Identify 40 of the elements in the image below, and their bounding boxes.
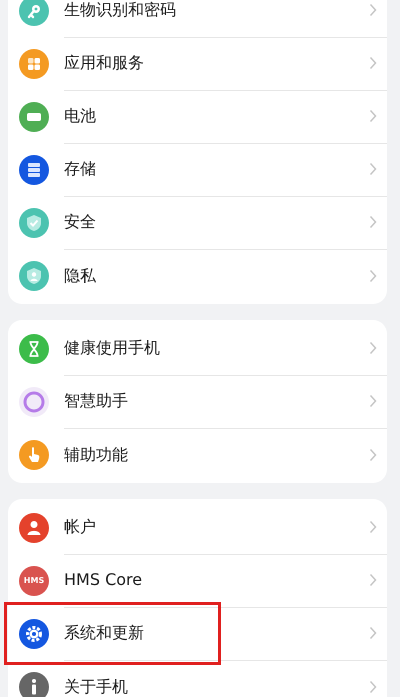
chevron-icon: [369, 626, 377, 640]
item-label: 帐户: [64, 518, 96, 536]
settings-item[interactable]: 智慧助手: [8, 375, 387, 428]
item-label: 安全: [64, 213, 96, 231]
item-label: 辅助功能: [64, 446, 128, 464]
chevron-icon: [369, 573, 377, 587]
item-label: 智慧助手: [64, 392, 128, 410]
settings-item[interactable]: 应用和服务: [8, 37, 387, 90]
chevron-icon: [369, 162, 377, 176]
settings-item[interactable]: 健康使用手机: [8, 322, 387, 375]
settings-item[interactable]: 关于手机: [8, 660, 387, 697]
chevron-icon: [369, 394, 377, 408]
item-label: 隐私: [64, 266, 96, 284]
item-label: 系统和更新: [64, 624, 144, 642]
settings-item[interactable]: 安全: [8, 196, 387, 249]
settings-item[interactable]: 生物识别和密码: [8, 0, 387, 37]
chevron-icon: [369, 680, 377, 694]
settings-item[interactable]: 系统和更新: [8, 607, 387, 660]
item-label: 生物识别和密码: [64, 1, 176, 19]
settings-item[interactable]: 电池: [8, 90, 387, 143]
item-label: 关于手机: [64, 678, 128, 696]
chevron-icon: [369, 109, 377, 123]
chevron-icon: [369, 268, 377, 282]
settings-item[interactable]: 帐户: [8, 501, 387, 554]
settings-item[interactable]: 隐私: [8, 249, 387, 302]
chevron-icon: [369, 341, 377, 355]
item-label: 健康使用手机: [64, 339, 160, 357]
item-label: HMS Core: [64, 571, 142, 589]
chevron-icon: [369, 3, 377, 17]
settings-item[interactable]: HMS HMS Core: [8, 554, 387, 607]
item-label: 存储: [64, 160, 96, 178]
settings-item[interactable]: 辅助功能: [8, 428, 387, 481]
chevron-icon: [369, 215, 377, 229]
settings-item[interactable]: 存储: [8, 143, 387, 196]
item-label: 电池: [64, 107, 96, 125]
chevron-icon: [369, 520, 377, 534]
chevron-icon: [369, 448, 377, 462]
chevron-icon: [369, 56, 377, 70]
logo-icon: HMS: [19, 566, 49, 596]
item-label: 应用和服务: [64, 54, 144, 72]
